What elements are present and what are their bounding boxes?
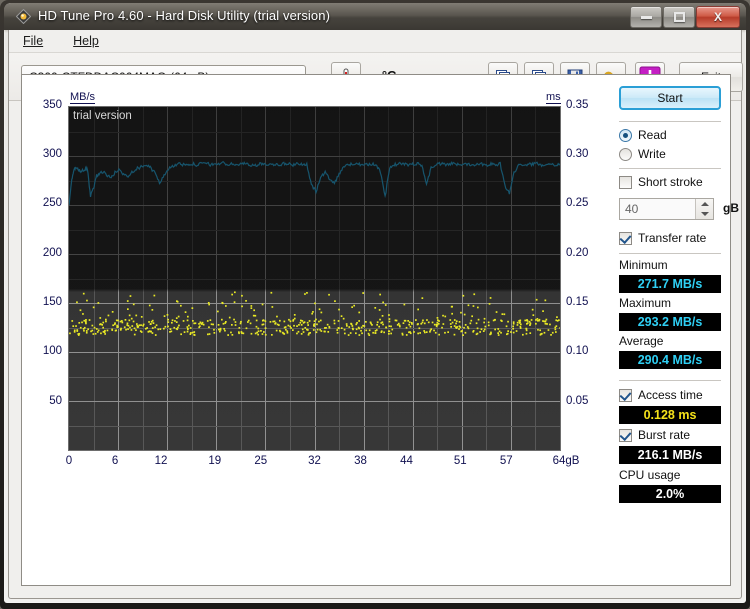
window-title: HD Tune Pro 4.60 - Hard Disk Utility (tr… bbox=[38, 8, 330, 23]
start-button-label: Start bbox=[657, 91, 683, 105]
divider-4 bbox=[619, 380, 721, 381]
short-stroke-value: 40 bbox=[625, 202, 639, 216]
read-radio[interactable]: Read bbox=[619, 128, 667, 142]
cpu-usage-value: 2.0% bbox=[655, 487, 685, 501]
y-tick-300: 300 bbox=[42, 148, 62, 160]
controls-panel: Start Read Write Short stroke 40 gB Tran… bbox=[573, 83, 739, 579]
burst-rate-value-box: 216.1 MB/s bbox=[619, 446, 721, 464]
benchmark-panel: MB/s ms 350 300 250 200 150 100 50 0.35 … bbox=[21, 74, 739, 586]
close-button[interactable]: X bbox=[696, 6, 740, 28]
window-outer-frame: HD Tune Pro 4.60 - Hard Disk Utility (tr… bbox=[0, 0, 750, 609]
checkbox-checked-icon bbox=[619, 428, 632, 442]
checkbox-checked-icon bbox=[619, 231, 632, 245]
x-tick-3: 19 bbox=[208, 455, 222, 467]
read-radio-label: Read bbox=[638, 128, 667, 142]
x-tick-1: 6 bbox=[111, 455, 119, 467]
access-time-label: Access time bbox=[638, 388, 703, 402]
y2-axis-unit-label: ms bbox=[546, 91, 561, 104]
write-radio[interactable]: Write bbox=[619, 147, 666, 161]
y-tick-150: 150 bbox=[42, 296, 62, 308]
burst-rate-value: 216.1 MB/s bbox=[637, 448, 703, 462]
transfer-rate-label: Transfer rate bbox=[638, 231, 707, 245]
start-button[interactable]: Start bbox=[619, 86, 721, 110]
short-stroke-stepper[interactable]: 40 bbox=[619, 198, 714, 220]
cpu-usage-value-box: 2.0% bbox=[619, 485, 721, 503]
x-tick-5: 32 bbox=[308, 455, 321, 467]
stepper-buttons[interactable] bbox=[695, 199, 713, 219]
short-stroke-label: Short stroke bbox=[638, 175, 703, 189]
write-radio-label: Write bbox=[638, 147, 666, 161]
maximize-icon bbox=[664, 7, 694, 27]
maximum-label: Maximum bbox=[619, 296, 672, 310]
short-stroke-unit-label: gB bbox=[723, 201, 739, 215]
access-time-scatter bbox=[69, 291, 560, 336]
minimum-label: Minimum bbox=[619, 258, 668, 272]
stepper-up-button[interactable] bbox=[696, 199, 713, 209]
y-tick-200: 200 bbox=[42, 247, 62, 259]
checkbox-checked-icon bbox=[619, 388, 632, 402]
close-icon: X bbox=[713, 10, 722, 24]
x-tick-0: 0 bbox=[65, 455, 73, 467]
x-tick-7: 44 bbox=[400, 455, 413, 467]
divider-3 bbox=[619, 253, 721, 254]
minimize-icon bbox=[631, 7, 661, 27]
access-time-value-box: 0.128 ms bbox=[619, 406, 721, 424]
y-tick-100: 100 bbox=[42, 345, 62, 357]
benchmark-chart: trial version bbox=[68, 106, 561, 451]
radio-on-icon bbox=[619, 128, 632, 142]
trial-watermark: trial version bbox=[73, 110, 132, 122]
minimum-value: 271.7 MB/s bbox=[637, 277, 703, 291]
transfer-rate-checkbox[interactable]: Transfer rate bbox=[619, 231, 706, 245]
minimize-button[interactable] bbox=[630, 6, 662, 28]
hdtune-logo-icon bbox=[16, 9, 31, 24]
radio-off-icon bbox=[619, 147, 632, 161]
maximum-value: 293.2 MB/s bbox=[637, 315, 703, 329]
chart-plot-svg bbox=[69, 160, 560, 336]
menu-file-label: File bbox=[23, 34, 44, 48]
average-value: 290.4 MB/s bbox=[637, 353, 703, 367]
short-stroke-checkbox[interactable]: Short stroke bbox=[619, 175, 703, 189]
y-tick-50: 50 bbox=[49, 395, 62, 407]
title-bar[interactable]: HD Tune Pro 4.60 - Hard Disk Utility (tr… bbox=[4, 3, 746, 30]
access-time-checkbox[interactable]: Access time bbox=[619, 388, 703, 402]
transfer-rate-line bbox=[69, 160, 560, 206]
maximize-button[interactable] bbox=[663, 6, 695, 28]
x-tick-4: 25 bbox=[254, 455, 268, 467]
divider-2 bbox=[619, 168, 721, 169]
x-tick-6: 38 bbox=[354, 455, 367, 467]
average-label: Average bbox=[619, 334, 664, 348]
access-time-value: 0.128 ms bbox=[643, 408, 697, 422]
x-tick-2: 12 bbox=[154, 455, 168, 467]
menu-help-label: Help bbox=[73, 34, 99, 48]
window-buttons: X bbox=[629, 6, 740, 28]
menu-item-help[interactable]: Help bbox=[69, 32, 103, 50]
client-area: File Help C300-CTFDDAC064MAG (64 gB) – bbox=[8, 30, 743, 599]
maximum-value-box: 293.2 MB/s bbox=[619, 313, 721, 331]
average-value-box: 290.4 MB/s bbox=[619, 351, 721, 369]
minimum-value-box: 271.7 MB/s bbox=[619, 275, 721, 293]
stepper-down-button[interactable] bbox=[696, 209, 713, 219]
x-tick-9: 57 bbox=[499, 455, 513, 467]
burst-rate-checkbox[interactable]: Burst rate bbox=[619, 428, 690, 442]
cpu-usage-label: CPU usage bbox=[619, 468, 681, 482]
divider-1 bbox=[619, 121, 721, 122]
checkbox-unchecked-icon bbox=[619, 175, 632, 189]
y-tick-350: 350 bbox=[42, 99, 62, 111]
chevron-down-icon bbox=[700, 212, 709, 216]
menu-item-file[interactable]: File bbox=[19, 32, 47, 50]
x-tick-8: 51 bbox=[453, 455, 467, 467]
y-axis-unit-label: MB/s bbox=[70, 91, 96, 104]
burst-rate-label: Burst rate bbox=[638, 428, 691, 442]
y-tick-250: 250 bbox=[42, 197, 62, 209]
menu-bar: File Help bbox=[9, 30, 741, 53]
chevron-up-icon bbox=[700, 202, 709, 206]
